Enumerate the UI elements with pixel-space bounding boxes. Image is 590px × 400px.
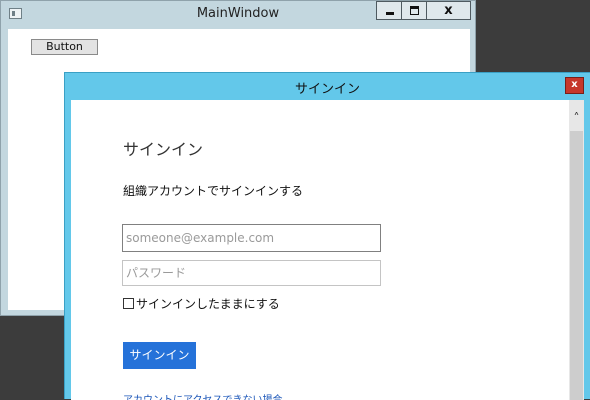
- close-icon: x: [444, 3, 453, 18]
- maximize-button[interactable]: [401, 1, 427, 20]
- scroll-up-icon[interactable]: ˄: [569, 110, 584, 126]
- close-icon: x: [571, 79, 578, 90]
- close-button[interactable]: x: [426, 1, 471, 20]
- minimize-button[interactable]: [376, 1, 402, 20]
- dialog-close-button[interactable]: x: [565, 77, 584, 94]
- dialog-client: サインイン 組織アカウントでサインインする someone@example.co…: [71, 100, 584, 400]
- signin-subheading: 組織アカウントでサインインする: [123, 184, 304, 198]
- caption-buttons: x: [376, 1, 471, 20]
- keep-signed-in-label: サインインしたままにする: [136, 296, 280, 311]
- signin-button[interactable]: サインイン: [123, 342, 196, 369]
- main-window-titlebar[interactable]: MainWindow x: [1, 1, 475, 28]
- vertical-scrollbar[interactable]: ˄: [569, 100, 584, 400]
- keep-signed-in-row[interactable]: サインインしたままにする: [123, 295, 280, 311]
- password-input[interactable]: パスワード: [122, 260, 381, 286]
- minimize-icon: [377, 2, 401, 19]
- signin-heading: サインイン: [123, 140, 204, 159]
- dialog-title: サインイン: [294, 82, 360, 97]
- signin-dialog: サインイン x サインイン 組織アカウントでサインインする someone@ex…: [64, 72, 590, 400]
- email-input[interactable]: someone@example.com: [122, 224, 381, 252]
- scroll-thumb[interactable]: [570, 131, 583, 400]
- button[interactable]: Button: [31, 39, 98, 55]
- keep-signed-in-checkbox[interactable]: [123, 297, 134, 309]
- maximize-icon: [402, 2, 426, 19]
